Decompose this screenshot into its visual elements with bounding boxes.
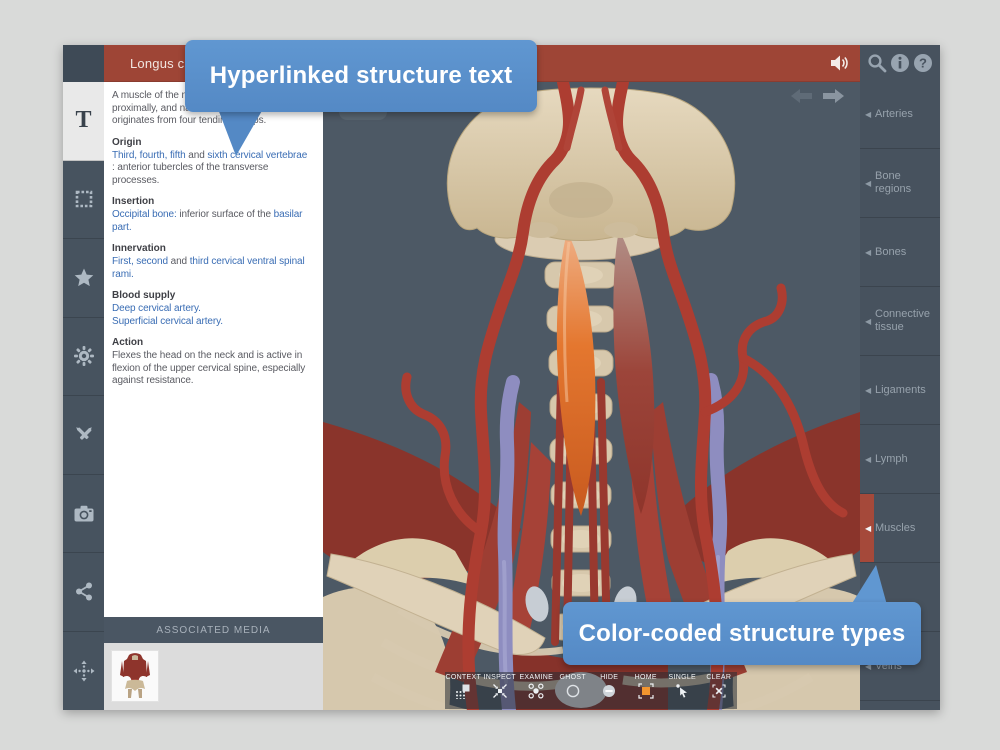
type-arteries[interactable]: ◀Arteries	[860, 80, 940, 149]
sidebar-header: ?	[860, 45, 940, 80]
structure-sections: OriginThird, fourth, fifth and sixth cer…	[112, 137, 317, 388]
search-icon[interactable]	[867, 53, 887, 73]
favorites-star-icon	[74, 268, 94, 287]
type-bone-regions[interactable]: ◀Bone regions	[860, 149, 940, 218]
structure-hyperlink[interactable]: First, second	[112, 256, 168, 267]
help-icon[interactable]: ?	[913, 53, 933, 73]
associated-media-header[interactable]: ASSOCIATED MEDIA	[104, 617, 323, 643]
structure-hyperlink[interactable]: Third, fourth, fifth	[112, 150, 186, 161]
section-blood-supply: Blood supplyDeep cervical artery. Superfi…	[112, 290, 317, 328]
collapse-arrow-icon: ◀	[865, 524, 875, 533]
tab-move[interactable]	[63, 632, 104, 711]
edit-tools-icon	[74, 425, 94, 445]
toolbar-context-button[interactable]: CONTEXT	[445, 672, 482, 709]
type-bones[interactable]: ◀Bones	[860, 218, 940, 287]
ghost-circle-icon	[565, 683, 581, 699]
context-grid-icon	[455, 683, 471, 699]
collapse-arrow-icon: ◀	[865, 386, 875, 395]
section-heading: Action	[112, 337, 317, 349]
svg-text:?: ?	[919, 55, 927, 70]
section-body: Flexes the head on the neck and is activ…	[112, 350, 317, 388]
muscle-figure-thumbnail-image	[112, 651, 158, 701]
collapse-arrow-icon: ◀	[865, 110, 875, 119]
tab-frame[interactable]	[63, 161, 104, 240]
callout-color-coded-label: Color-coded structure types	[579, 620, 906, 648]
callout-hyperlinked-text-label: Hyperlinked structure text	[210, 62, 513, 90]
toolbar-home-button[interactable]: HOME	[628, 672, 665, 709]
structure-info-panel: A muscle of the neck. It is broad and th…	[104, 82, 323, 617]
settings-gear-icon	[74, 346, 94, 366]
tab-settings[interactable]	[63, 318, 104, 397]
section-body: Deep cervical artery. Superficial cervica…	[112, 303, 317, 328]
section-text: : anterior tubercles of the transverse p…	[112, 162, 268, 186]
titlebar-corner	[63, 45, 104, 82]
examine-icon	[528, 683, 544, 699]
frame-icon	[75, 190, 93, 208]
toolbar-hide-button[interactable]: HIDE	[591, 672, 628, 709]
section-text: Flexes the head on the neck and is activ…	[112, 350, 305, 386]
type-ligaments[interactable]: ◀Ligaments	[860, 356, 940, 425]
inspect-icon	[492, 683, 508, 699]
structure-hyperlink[interactable]: Occipital bone:	[112, 209, 177, 220]
tab-share[interactable]	[63, 553, 104, 632]
viewer-toolbar: CONTEXT INSPECT EXAMINE	[445, 672, 737, 709]
left-toolbar: T	[63, 82, 104, 710]
toolbar-ghost-button[interactable]: GHOST	[555, 672, 592, 709]
callout-tail-down	[205, 109, 267, 159]
toolbar-clear-button[interactable]: CLEAR	[701, 672, 738, 709]
section-innervation: InnervationFirst, second and third cervi…	[112, 243, 317, 281]
toolbar-single-button[interactable]: SINGLE	[664, 672, 701, 709]
section-body: Occipital bone: inferior surface of the …	[112, 209, 317, 234]
forward-arrow-icon[interactable]	[822, 88, 844, 104]
media-thumbnail[interactable]	[111, 650, 159, 702]
share-icon	[75, 582, 93, 601]
associated-media-label: ASSOCIATED MEDIA	[156, 625, 270, 636]
section-insertion: InsertionOccipital bone: inferior surfac…	[112, 196, 317, 234]
home-selection-icon	[638, 683, 654, 699]
toolbar-examine-button[interactable]: EXAMINE	[518, 672, 555, 709]
clear-x-icon	[711, 683, 727, 699]
text-info-icon: T	[75, 107, 91, 134]
history-nav	[791, 88, 844, 104]
hide-minus-icon	[601, 683, 617, 699]
section-action: ActionFlexes the head on the neck and is…	[112, 337, 317, 388]
structure-hyperlink[interactable]: Deep cervical artery.	[112, 303, 201, 314]
section-text: and	[168, 256, 190, 267]
audio-pronounce-icon[interactable]	[830, 54, 850, 72]
section-text: inferior surface of the	[177, 209, 274, 220]
structure-hyperlink[interactable]: Superficial cervical artery.	[112, 316, 223, 327]
camera-icon	[74, 505, 94, 522]
info-icon[interactable]	[890, 53, 910, 73]
type-muscles[interactable]: ◀Muscles	[860, 494, 940, 563]
tab-text-info[interactable]: T	[63, 82, 104, 161]
single-select-icon	[674, 683, 690, 699]
collapse-arrow-icon: ◀	[865, 317, 875, 326]
back-arrow-icon[interactable]	[791, 88, 813, 104]
collapse-arrow-icon: ◀	[865, 179, 875, 188]
section-heading: Innervation	[112, 243, 317, 255]
callout-tail-up	[847, 563, 893, 605]
tab-edit-tools[interactable]	[63, 396, 104, 475]
section-heading: Blood supply	[112, 290, 317, 302]
type-connective-tissue[interactable]: ◀Connective tissue	[860, 287, 940, 356]
collapse-arrow-icon: ◀	[865, 455, 875, 464]
collapse-arrow-icon: ◀	[865, 248, 875, 257]
associated-media-strip	[104, 643, 323, 710]
toolbar-inspect-button[interactable]: INSPECT	[482, 672, 519, 709]
tab-snapshot[interactable]	[63, 475, 104, 554]
tab-favorites[interactable]	[63, 239, 104, 318]
callout-color-coded: Color-coded structure types	[563, 602, 921, 665]
move-pan-icon	[73, 660, 95, 682]
callout-hyperlinked-text: Hyperlinked structure text	[185, 40, 537, 112]
type-lymph[interactable]: ◀Lymph	[860, 425, 940, 494]
section-heading: Insertion	[112, 196, 317, 208]
section-body: First, second and third cervical ventral…	[112, 256, 317, 281]
